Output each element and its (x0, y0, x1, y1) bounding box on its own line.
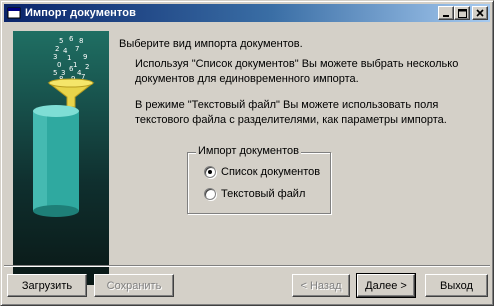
digit: 6 (69, 35, 74, 43)
import-illustration: 5 6 8 2 7 4 3 1 9 0 1 2 3 4 5 6 7 8 9 (13, 31, 109, 285)
title-bar[interactable]: Импорт документов (4, 4, 490, 22)
groupbox-legend: Импорт документов (196, 145, 301, 157)
digit: 0 (57, 61, 61, 69)
digit: 6 (69, 65, 74, 73)
instruction-heading: Выберите вид импорта документов. (119, 38, 303, 50)
next-button[interactable]: Далее > (356, 273, 416, 298)
maximize-button[interactable] (454, 6, 470, 20)
digit: 2 (85, 63, 89, 71)
exit-button[interactable]: Выход (425, 274, 488, 297)
load-button[interactable]: Загрузить (7, 274, 87, 297)
radio-document-list[interactable]: Список документов (204, 166, 320, 178)
radio-text-file[interactable]: Текстовый файл (204, 188, 305, 200)
digit: 1 (67, 54, 71, 62)
digit: 1 (73, 61, 77, 69)
document-list-description: Используя "Список документов" Вы можете … (135, 58, 459, 85)
minimize-button[interactable] (438, 6, 454, 20)
save-button[interactable]: Сохранить (94, 274, 174, 297)
funnel-cylinder-image: 5 6 8 2 7 4 3 1 9 0 1 2 3 4 5 6 7 8 9 (33, 35, 95, 217)
digit: 2 (55, 45, 59, 53)
window-title: Импорт документов (25, 7, 136, 19)
digit: 9 (83, 53, 87, 61)
app-icon (7, 6, 21, 20)
digit: 5 (53, 69, 57, 77)
digit: 8 (79, 37, 83, 45)
digit: 5 (59, 37, 63, 45)
footer-separator (4, 265, 490, 267)
radio-button[interactable] (204, 188, 216, 200)
radio-label: Текстовый файл (221, 188, 306, 200)
digit: 7 (75, 45, 79, 53)
minimize-icon (443, 15, 449, 17)
import-dialog-window: Импорт документов 5 6 8 2 7 4 3 1 9 0 1 … (0, 0, 494, 306)
radio-button-checked[interactable] (204, 166, 216, 178)
radio-label: Список документов (221, 166, 321, 178)
title-controls (438, 6, 488, 20)
import-type-groupbox: Импорт документов Список документов Текс… (187, 145, 331, 214)
back-button[interactable]: < Назад (292, 274, 350, 297)
maximize-icon (457, 8, 467, 18)
close-button[interactable] (472, 6, 488, 20)
text-file-description: В режиме "Текстовый файл" Вы можете испо… (135, 99, 447, 126)
close-icon (476, 9, 484, 17)
digit: 3 (53, 53, 57, 61)
